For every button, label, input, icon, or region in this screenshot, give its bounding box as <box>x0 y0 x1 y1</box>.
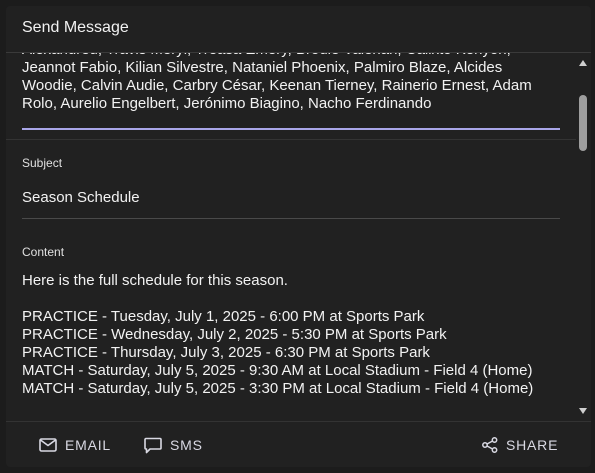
scroll-down-arrow-icon[interactable] <box>579 408 587 414</box>
recipients-underline <box>22 128 560 130</box>
mail-icon <box>39 438 57 452</box>
dialog-actions: EMAIL SMS SHARE <box>6 421 591 467</box>
dialog-body[interactable]: Alexandreu, Travis Meryl, Treasa Emery, … <box>6 53 591 421</box>
sms-button-label: SMS <box>170 437 203 453</box>
share-button[interactable]: SHARE <box>482 422 558 467</box>
share-icon <box>482 437 498 453</box>
scroll-up-arrow-icon[interactable] <box>579 60 587 66</box>
content-label: Content <box>22 245 65 259</box>
subject-underline <box>22 218 560 219</box>
dialog-header: Send Message <box>6 6 591 53</box>
chat-bubble-icon <box>144 437 162 453</box>
sms-button[interactable]: SMS <box>144 422 203 467</box>
section-divider <box>6 139 576 140</box>
recipients-field[interactable]: Alexandreu, Travis Meryl, Treasa Emery, … <box>22 53 547 113</box>
vertical-scrollbar[interactable] <box>576 53 591 421</box>
scroll-thumb[interactable] <box>579 95 587 151</box>
email-button[interactable]: EMAIL <box>39 422 111 467</box>
dialog-title: Send Message <box>22 19 129 36</box>
send-message-dialog: Send Message Alexandreu, Travis Meryl, T… <box>6 6 591 467</box>
share-button-label: SHARE <box>506 437 559 453</box>
subject-input[interactable]: Season Schedule <box>22 189 140 206</box>
email-button-label: EMAIL <box>65 437 112 453</box>
content-textarea[interactable]: Here is the full schedule for this seaso… <box>22 272 542 398</box>
subject-label: Subject <box>22 156 63 170</box>
